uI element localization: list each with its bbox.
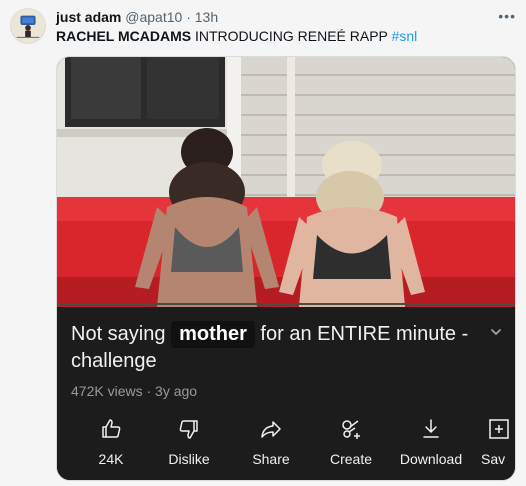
video-thumbnail[interactable] <box>57 57 515 307</box>
display-name[interactable]: just adam <box>56 9 121 25</box>
create-label: Create <box>329 451 373 467</box>
like-button[interactable]: 24K <box>71 417 151 467</box>
embedded-video[interactable]: Not saying mother for an ENTIRE minute -… <box>56 56 516 481</box>
download-label: Download <box>399 451 463 467</box>
create-button[interactable]: Create <box>311 417 391 467</box>
save-button[interactable]: Sav <box>481 417 515 467</box>
share-label: Share <box>252 451 290 467</box>
share-icon <box>261 421 281 438</box>
tweet-text: RACHEL MCADAMS INTRODUCING RENEÉ RAPP #s… <box>56 28 417 44</box>
dislike-button[interactable]: Dislike <box>149 417 229 467</box>
save-label: Sav <box>481 451 506 467</box>
handle[interactable]: @apat10 <box>125 9 182 25</box>
video-title[interactable]: Not saying mother for an ENTIRE minute -… <box>71 321 471 375</box>
tweet-text-caps: RACHEL MCADAMS <box>56 28 192 44</box>
thumbs-down-icon <box>179 420 198 439</box>
create-icon <box>342 420 360 439</box>
separator: · <box>186 9 191 25</box>
like-count: 24K <box>98 451 124 467</box>
video-title-highlight: mother <box>171 321 255 348</box>
download-button[interactable]: Download <box>391 417 471 467</box>
video-actions-bar: 24K Dislike Share Create Download Sav <box>57 417 515 477</box>
thumbs-up-icon <box>102 419 121 438</box>
hashtag-link[interactable]: #snl <box>392 28 418 44</box>
avatar[interactable] <box>10 8 46 44</box>
timestamp[interactable]: 13h <box>195 9 218 25</box>
share-button[interactable]: Share <box>231 417 311 467</box>
tweet-header: just adam @apat10 · 13h <box>56 9 218 25</box>
more-dots-icon[interactable]: ••• <box>498 8 516 24</box>
chevron-down-icon[interactable] <box>489 325 503 339</box>
tweet-text-rest: INTRODUCING RENEÉ RAPP <box>194 28 388 44</box>
save-icon <box>489 419 509 439</box>
video-title-before: Not saying <box>71 323 166 345</box>
video-meta: 472K views · 3y ago <box>71 383 198 399</box>
tweet: just adam @apat10 · 13h ••• RACHEL MCADA… <box>0 0 526 486</box>
video-info-panel: Not saying mother for an ENTIRE minute -… <box>57 307 515 480</box>
download-icon <box>423 419 439 438</box>
dislike-label: Dislike <box>168 451 210 467</box>
